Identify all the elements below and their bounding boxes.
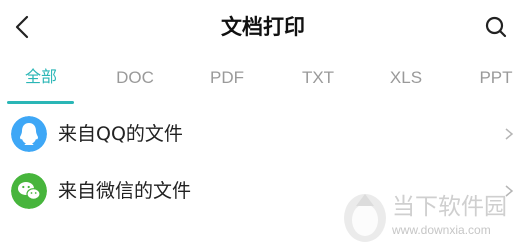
- tab-doc[interactable]: DOC: [105, 58, 165, 98]
- downxia-logo-icon: [344, 194, 386, 242]
- search-icon[interactable]: [483, 14, 509, 40]
- tab-txt[interactable]: TXT: [288, 58, 348, 98]
- list-item-label: 来自微信的文件: [58, 180, 192, 202]
- page-title: 文档打印: [221, 15, 305, 39]
- list-item-label: 来自QQ的文件: [58, 123, 183, 145]
- qq-icon: [11, 116, 47, 152]
- chevron-left-icon[interactable]: [10, 14, 36, 40]
- active-tab-indicator: [7, 101, 74, 104]
- tab-xls[interactable]: XLS: [376, 58, 436, 98]
- app-header: 文档打印: [0, 0, 526, 56]
- tab-all[interactable]: 全部: [11, 58, 71, 98]
- file-type-tabs: 全部 DOC PDF TXT XLS PPT: [0, 58, 526, 104]
- watermark-url: www.downxia.com: [391, 223, 491, 237]
- chevron-right-icon: [505, 128, 514, 140]
- tab-pdf[interactable]: PDF: [197, 58, 257, 98]
- tab-ppt[interactable]: PPT: [466, 58, 526, 98]
- downxia-watermark: 当下软件园 www.downxia.com: [344, 194, 507, 242]
- watermark-name: 当下软件园: [392, 194, 507, 220]
- wechat-icon: [11, 173, 47, 209]
- list-item-qq-files[interactable]: 来自QQ的文件: [0, 106, 526, 162]
